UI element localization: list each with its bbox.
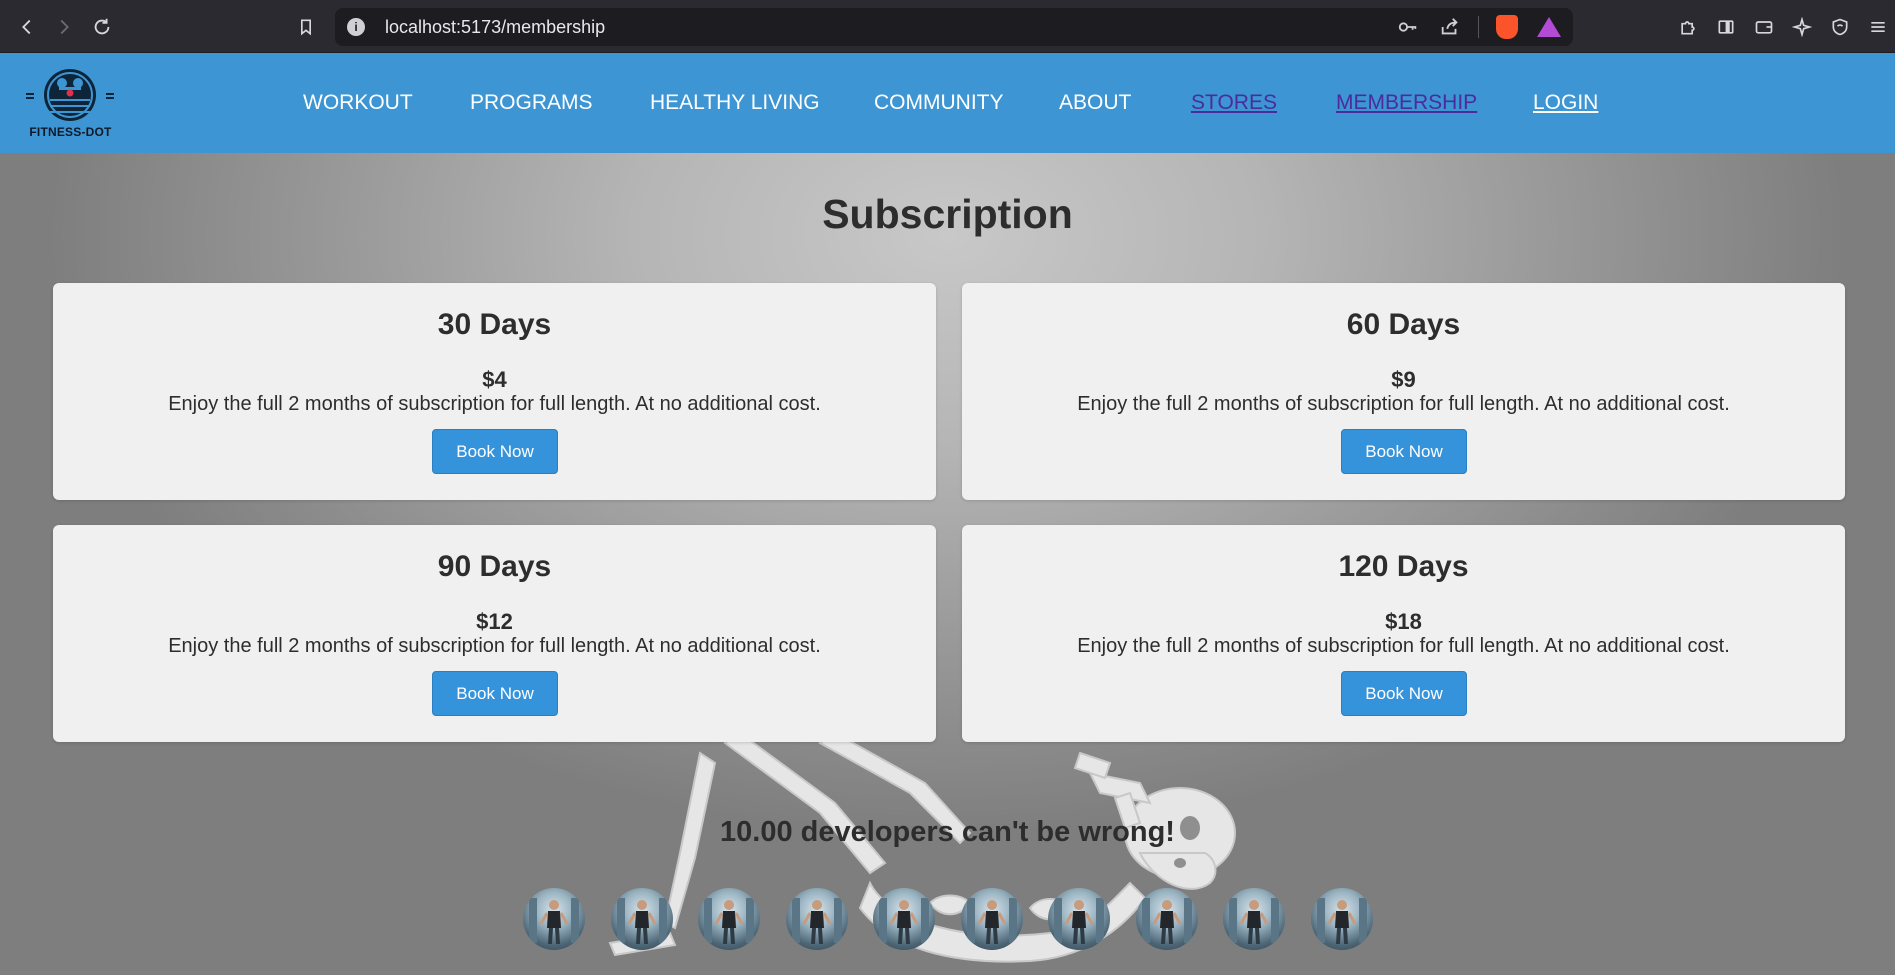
share-icon[interactable]: [1436, 13, 1464, 41]
plan-description: Enjoy the full 2 months of subscription …: [168, 635, 821, 657]
plan-description: Enjoy the full 2 months of subscription …: [168, 393, 821, 415]
plan-price: $4: [482, 367, 507, 392]
developer-avatar: [1048, 888, 1110, 950]
person-icon: [1054, 898, 1104, 944]
developer-avatar: [1311, 888, 1373, 950]
book-now-button[interactable]: Book Now: [1341, 671, 1467, 716]
key-icon[interactable]: [1394, 13, 1422, 41]
developer-avatar: [961, 888, 1023, 950]
plan-price: $9: [1391, 367, 1416, 392]
fitness-dot-logo[interactable]: FITNESS-DOT: [18, 65, 123, 140]
nav-login[interactable]: LOGIN: [1533, 91, 1598, 115]
back-icon[interactable]: [10, 10, 44, 44]
site-info-icon[interactable]: i: [347, 18, 365, 36]
page-title: Subscription: [822, 191, 1073, 237]
person-icon: [967, 898, 1017, 944]
leo-ai-icon[interactable]: [1789, 14, 1815, 40]
nav-community[interactable]: COMMUNITY: [874, 91, 1004, 115]
browser-tools: [1675, 10, 1895, 44]
person-icon: [1317, 898, 1367, 944]
plan-description: Enjoy the full 2 months of subscription …: [1077, 393, 1730, 415]
wallet-icon[interactable]: [1751, 14, 1777, 40]
url-text: localhost:5173/membership: [385, 16, 606, 37]
brave-rewards-icon[interactable]: [1535, 13, 1563, 41]
address-bar[interactable]: i localhost:5173/membership: [335, 8, 1573, 46]
brave-shields-icon[interactable]: [1493, 13, 1521, 41]
membership-page: Subscription 30 Days $4 Enjoy the full 2…: [0, 153, 1895, 975]
plan-card-60-days: 60 Days $9 Enjoy the full 2 months of su…: [962, 283, 1845, 500]
developer-avatar: [1136, 888, 1198, 950]
plan-duration: 90 Days: [437, 550, 552, 583]
reload-icon[interactable]: [85, 10, 119, 44]
person-icon: [1229, 898, 1279, 944]
plan-description: Enjoy the full 2 months of subscription …: [1077, 635, 1730, 657]
plan-duration: 30 Days: [437, 308, 552, 341]
plan-price: $12: [476, 609, 513, 634]
plan-duration: 120 Days: [1338, 550, 1469, 583]
nav-membership[interactable]: MEMBERSHIP: [1336, 91, 1477, 115]
plan-price: $18: [1385, 609, 1422, 634]
menu-icon[interactable]: [1865, 14, 1891, 40]
developer-avatar: [1223, 888, 1285, 950]
person-icon: [704, 898, 754, 944]
book-now-button[interactable]: Book Now: [1341, 429, 1467, 474]
person-icon: [529, 898, 579, 944]
bookmark-icon[interactable]: [289, 10, 323, 44]
nav-healthy-living[interactable]: HEALTHY LIVING: [650, 91, 820, 115]
site-header: FITNESS-DOT WORKOUT PROGRAMS HEALTHY LIV…: [0, 53, 1895, 153]
nav-stores[interactable]: STORES: [1191, 91, 1277, 115]
nav-programs[interactable]: PROGRAMS: [470, 91, 593, 115]
vpn-icon[interactable]: [1827, 14, 1853, 40]
developer-avatar: [698, 888, 760, 950]
developer-avatar: [786, 888, 848, 950]
plan-duration: 60 Days: [1346, 308, 1461, 341]
extensions-icon[interactable]: [1675, 14, 1701, 40]
developer-avatar: [523, 888, 585, 950]
person-icon: [792, 898, 842, 944]
forward-icon[interactable]: [47, 10, 81, 44]
developers-heading: 10.00 developers can't be wrong!: [720, 816, 1175, 848]
dumbbell-logo-icon: [26, 69, 114, 121]
address-bar-actions: [1394, 8, 1563, 46]
developer-avatar: [873, 888, 935, 950]
person-icon: [1142, 898, 1192, 944]
developer-avatar: [611, 888, 673, 950]
person-icon: [617, 898, 667, 944]
book-now-button[interactable]: Book Now: [432, 671, 558, 716]
nav-about[interactable]: ABOUT: [1059, 91, 1131, 115]
nav-workout[interactable]: WORKOUT: [303, 91, 413, 115]
plan-card-90-days: 90 Days $12 Enjoy the full 2 months of s…: [53, 525, 936, 742]
logo-text: FITNESS-DOT: [29, 125, 112, 139]
browser-toolbar: i localhost:5173/membership: [0, 0, 1895, 53]
sidebar-icon[interactable]: [1713, 14, 1739, 40]
person-icon: [879, 898, 929, 944]
plan-card-120-days: 120 Days $18 Enjoy the full 2 months of …: [962, 525, 1845, 742]
plan-card-30-days: 30 Days $4 Enjoy the full 2 months of su…: [53, 283, 936, 500]
book-now-button[interactable]: Book Now: [432, 429, 558, 474]
divider: [1478, 16, 1479, 38]
